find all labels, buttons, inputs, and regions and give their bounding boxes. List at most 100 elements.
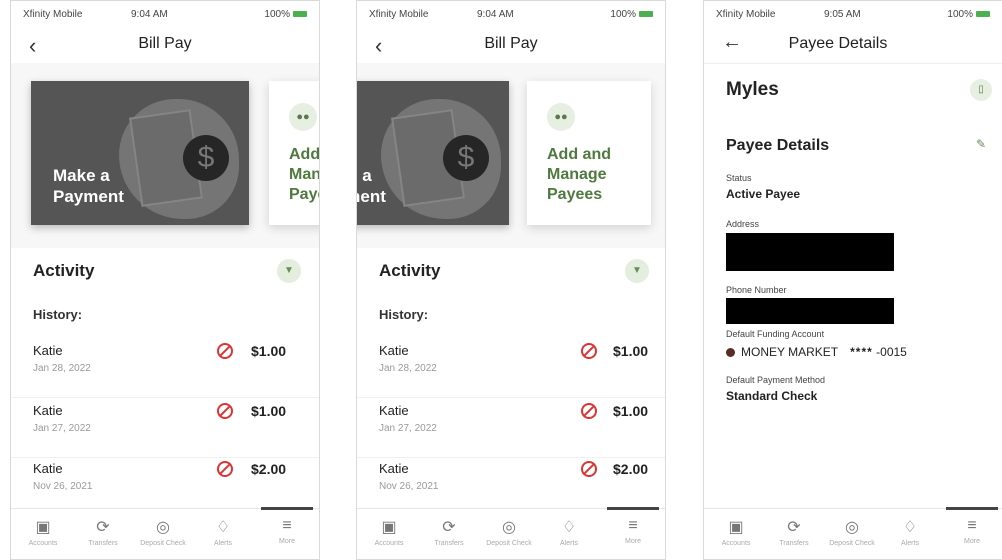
carrier-name: Xfinity Mobile (716, 9, 776, 20)
make-payment-card[interactable]: $ Make a Payment (31, 81, 249, 225)
bill-pay-screen-2: Xfinity Mobile 9:04 AM 100% ‹ Bill Pay $… (356, 0, 666, 560)
filter-chevron-icon[interactable]: ▼ (277, 259, 301, 283)
redacted-address (726, 233, 894, 271)
payment-method-value: Standard Check (726, 389, 818, 403)
filter-chevron-icon[interactable]: ▼ (625, 259, 649, 283)
manage-payees-label: Add and Manage Payees (547, 146, 611, 203)
tab-deposit-check[interactable]: ◎ Deposit Check (133, 509, 193, 559)
carrier-name: Xfinity Mobile (369, 9, 429, 20)
status-value: Active Payee (726, 187, 801, 201)
nav-header: ← Payee Details (704, 27, 1002, 64)
history-label: History: (379, 307, 429, 322)
nav-header: ‹ Bill Pay (11, 27, 319, 64)
cancel-payment-icon[interactable] (581, 343, 597, 359)
payment-date: Jan 27, 2022 (33, 423, 91, 434)
tab-accounts[interactable]: ▣ Accounts (13, 509, 73, 559)
tab-alerts[interactable]: ♢ Alerts (193, 509, 253, 559)
cancel-payment-icon[interactable] (217, 343, 233, 359)
manage-payees-card[interactable]: ●● Add and Manage Payees (527, 81, 651, 225)
payee-name: Katie (33, 343, 63, 358)
tab-transfers[interactable]: ⟳ Transfers (764, 509, 824, 559)
edit-pencil-icon[interactable]: ✎ (976, 137, 986, 151)
payee-details-screen: Xfinity Mobile 9:05 AM 100% ← Payee Deta… (703, 0, 1002, 560)
battery-icon (293, 11, 307, 18)
battery-icon (976, 11, 990, 18)
dollar-coin-icon: $ (183, 135, 229, 181)
account-color-dot (726, 348, 735, 358)
bottom-tab-bar: ▣ Accounts ⟳ Transfers ◎ Deposit Check ♢ Ale… (11, 507, 319, 559)
account-name: MONEY MARKET (741, 345, 839, 359)
bottom-tab-bar: ▣ Accounts ⟳ Transfers ◎ Deposit Check ♢ Ale… (704, 507, 1002, 559)
tab-more[interactable]: ≡ More (257, 507, 317, 559)
history-label: History: (33, 307, 83, 322)
make-payment-label: Make a Payment (357, 166, 386, 206)
tab-label: Alerts (560, 540, 578, 547)
tab-label: Alerts (901, 540, 919, 547)
payment-amount: $1.00 (251, 403, 287, 419)
trash-icon[interactable]: ▯ (970, 79, 992, 101)
history-row[interactable]: Katie Jan 28, 2022 $1.00 (357, 337, 665, 398)
battery-indicator: 100% (264, 9, 307, 20)
tab-deposit-check[interactable]: ◎ Deposit Check (479, 509, 539, 559)
payees-icon: ●● (547, 103, 575, 131)
cancel-payment-icon[interactable] (581, 461, 597, 477)
tab-alerts[interactable]: ♢ Alerts (539, 509, 599, 559)
nav-header: ‹ Bill Pay (357, 27, 665, 64)
payment-date: Jan 28, 2022 (33, 363, 91, 374)
transfers-icon: ⟳ (787, 519, 801, 536)
history-row[interactable]: Katie Nov 26, 2021 $2.00 (11, 455, 319, 515)
payees-icon: ●● (289, 103, 317, 131)
account-mask: **** (850, 345, 873, 359)
tab-label: Alerts (214, 540, 232, 547)
tab-accounts[interactable]: ▣ Accounts (359, 509, 419, 559)
tab-label: Accounts (28, 540, 58, 547)
accounts-icon: ▣ (35, 519, 51, 536)
history-row[interactable]: Katie Jan 28, 2022 $1.00 (11, 337, 319, 398)
tab-transfers[interactable]: ⟳ Transfers (419, 509, 479, 559)
tab-more[interactable]: ≡ More (942, 507, 1002, 559)
payment-date: Jan 28, 2022 (379, 363, 437, 374)
battery-indicator: 100% (947, 9, 990, 20)
bell-icon: ♢ (215, 519, 231, 536)
battery-percent: 100% (264, 9, 290, 20)
tab-deposit-check[interactable]: ◎ Deposit Check (822, 509, 882, 559)
account-suffix: -0015 (876, 345, 907, 359)
history-row[interactable]: Katie Jan 27, 2022 $1.00 (11, 397, 319, 458)
tab-transfers[interactable]: ⟳ Transfers (73, 509, 133, 559)
payment-date: Nov 26, 2021 (379, 481, 439, 492)
funding-account-label: Default Funding Account (726, 329, 825, 339)
cancel-payment-icon[interactable] (581, 403, 597, 419)
action-carousel[interactable]: $ Make a Payment ●● Add and Manage Payee… (357, 63, 665, 248)
payee-name: Katie (33, 403, 63, 418)
tab-label: Deposit Check (829, 540, 875, 547)
camera-icon: ◎ (502, 519, 516, 536)
payee-name: Katie (379, 461, 409, 476)
status-time: 9:04 AM (477, 9, 514, 20)
history-row[interactable]: Katie Nov 26, 2021 $2.00 (357, 455, 665, 515)
payee-name: Katie (33, 461, 63, 476)
activity-heading: Activity (379, 261, 441, 280)
bill-pay-screen-1: Xfinity Mobile 9:04 AM 100% ‹ Bill Pay $… (10, 0, 320, 560)
history-row[interactable]: Katie Jan 27, 2022 $1.00 (357, 397, 665, 458)
manage-payees-card[interactable]: ●● Add and Manage Payees (269, 81, 320, 225)
carrier-name: Xfinity Mobile (23, 9, 83, 20)
dollar-coin-icon: $ (443, 135, 489, 181)
cancel-payment-icon[interactable] (217, 403, 233, 419)
tab-more[interactable]: ≡ More (603, 507, 663, 559)
tab-alerts[interactable]: ♢ Alerts (880, 509, 940, 559)
accounts-icon: ▣ (728, 519, 744, 536)
manage-payees-label: Add and Manage Payees (289, 146, 320, 203)
battery-indicator: 100% (610, 9, 653, 20)
transfers-icon: ⟳ (442, 519, 456, 536)
payment-amount: $2.00 (613, 461, 649, 477)
battery-percent: 100% (610, 9, 636, 20)
tab-accounts[interactable]: ▣ Accounts (706, 509, 766, 559)
bell-icon: ♢ (902, 519, 918, 536)
payment-amount: $2.00 (251, 461, 287, 477)
tab-label: Transfers (88, 540, 118, 547)
tab-label: More (964, 538, 980, 545)
battery-percent: 100% (947, 9, 973, 20)
action-carousel[interactable]: $ Make a Payment ●● Add and Manage Payee… (11, 63, 319, 248)
cancel-payment-icon[interactable] (217, 461, 233, 477)
make-payment-card[interactable]: $ Make a Payment (357, 81, 509, 225)
